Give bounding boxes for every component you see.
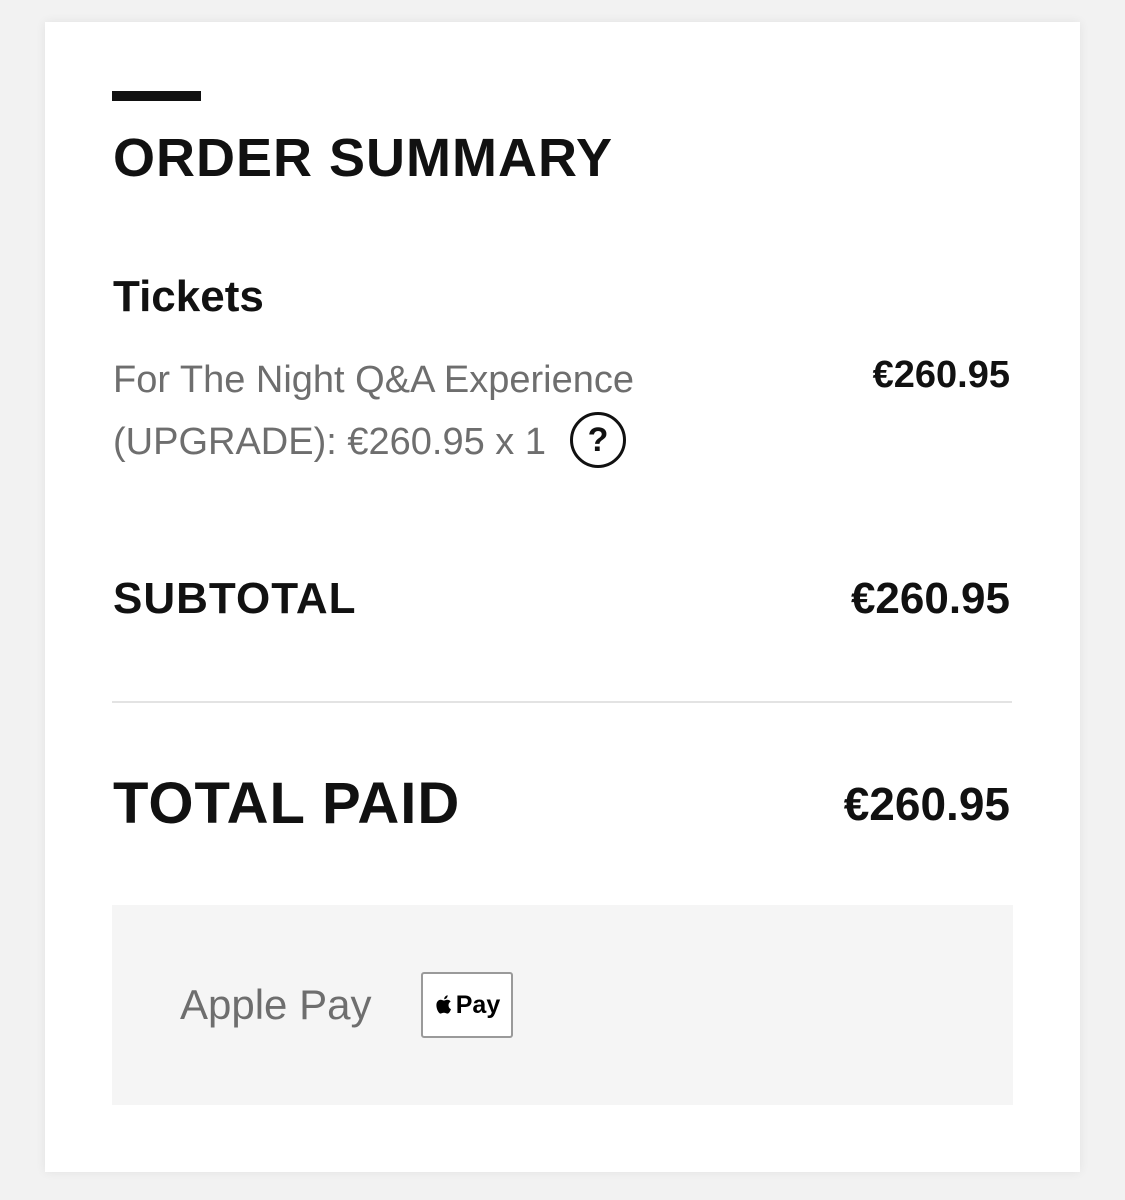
- ticket-description-text: For The Night Q&A Experience (UPGRADE): …: [113, 359, 634, 463]
- tickets-heading: Tickets: [113, 272, 264, 321]
- apple-pay-badge: Pay: [421, 972, 513, 1038]
- apple-pay-badge-text: Pay: [455, 991, 501, 1019]
- summary-divider: [112, 701, 1012, 703]
- order-summary-title: ORDER SUMMARY: [113, 128, 614, 188]
- order-summary-card: ORDER SUMMARY Tickets For The Night Q&A …: [45, 22, 1080, 1172]
- payment-method-label: Apple Pay: [180, 981, 372, 1028]
- total-paid-label: TOTAL PAID: [113, 771, 461, 836]
- title-accent-bar: [112, 91, 201, 101]
- payment-method-box: Apple Pay Pay: [112, 905, 1013, 1105]
- total-paid-value: €260.95: [843, 778, 1010, 830]
- subtotal-value: €260.95: [850, 574, 1010, 623]
- question-circle-icon[interactable]: ?: [569, 411, 626, 468]
- ticket-line-item-description: For The Night Q&A Experience (UPGRADE): …: [113, 349, 793, 473]
- ticket-line-item-price: €260.95: [872, 354, 1010, 396]
- subtotal-label: SUBTOTAL: [113, 574, 357, 623]
- apple-logo-icon: [436, 995, 451, 1014]
